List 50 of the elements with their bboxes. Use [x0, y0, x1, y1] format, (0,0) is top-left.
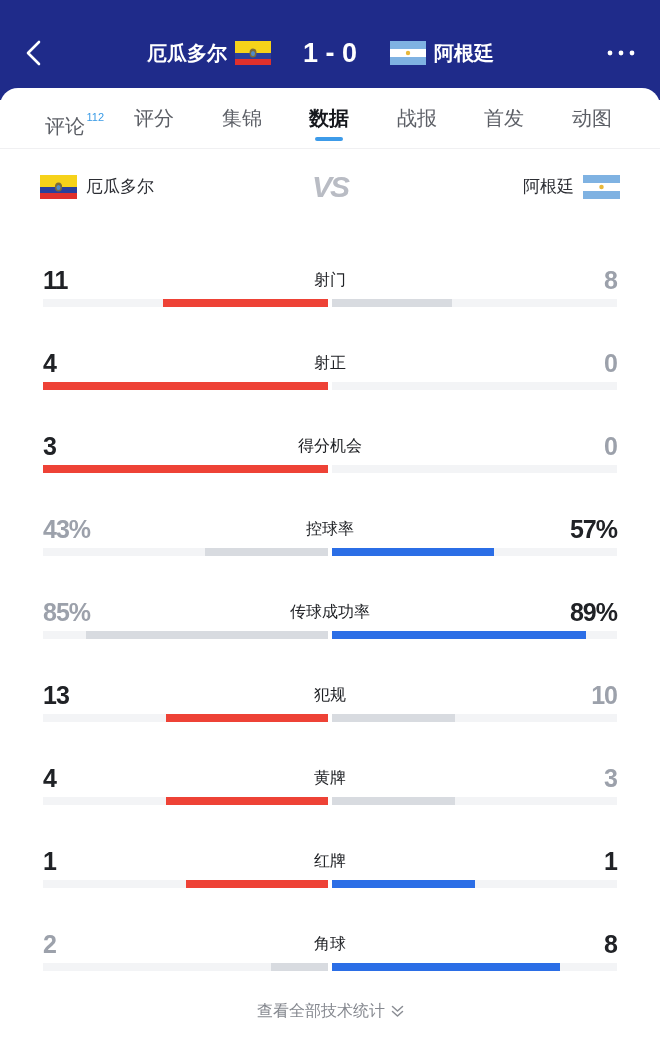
flag-icon [583, 175, 620, 199]
home-stat-value: 3 [43, 431, 56, 461]
tab[interactable]: 动图 [571, 88, 612, 148]
match-score: 1 - 0 [303, 37, 357, 70]
tab[interactable]: 评分 [134, 88, 175, 148]
away-stat-value: 1 [604, 846, 617, 876]
tab[interactable]: 首发 [484, 88, 525, 148]
tab[interactable]: 评论$^{112}$ [29, 88, 104, 148]
away-stat-value: 8 [604, 929, 617, 959]
away-stat-value: 57% [569, 514, 617, 544]
home-stat-value: 2 [43, 929, 56, 959]
away-team-name: 阿根廷 [523, 176, 574, 198]
home-stat-value: 1 [43, 846, 56, 876]
away-stat-value: 0 [604, 348, 617, 378]
away-stat-value: 0 [604, 431, 617, 461]
tab[interactable]: 数据 [309, 88, 350, 148]
away-stat-value: 10 [591, 680, 617, 710]
stat-label: 射门 [314, 270, 346, 290]
away-stat-value: 3 [604, 763, 617, 793]
stat-label: 射正 [314, 353, 346, 373]
flag-icon [390, 41, 426, 65]
home-stat-value: 13 [43, 680, 69, 710]
double-chevron-down-icon [390, 1004, 404, 1018]
stat-label: 控球率 [306, 519, 354, 539]
home-stat-value: 4 [43, 348, 56, 378]
away-team-name: 阿根廷 [434, 41, 494, 66]
selected-indicator [315, 137, 344, 141]
home-stat-value: 85% [43, 597, 91, 627]
home-team-name: 厄瓜多尔 [147, 41, 227, 66]
flag-icon [40, 175, 77, 199]
tab[interactable]: 战报 [396, 88, 437, 148]
more-icon [607, 50, 635, 56]
home-stat-value: 11 [43, 265, 68, 295]
flag-icon [235, 41, 271, 65]
away-stat-value: 89% [569, 597, 617, 627]
home-stat-value: 4 [43, 763, 56, 793]
tab[interactable]: 集锦 [221, 88, 262, 148]
home-team-name: 厄瓜多尔 [86, 176, 154, 198]
back-chevron-icon [25, 40, 41, 66]
vs-label: VS [312, 171, 348, 203]
comment-count: 112 [86, 111, 104, 123]
stat-label: 传球成功率 [290, 602, 370, 622]
view-all-stats-link[interactable]: 查看全部技术统计 [256, 999, 404, 1023]
away-stat-value: 8 [604, 265, 617, 295]
home-stat-value: 43% [43, 514, 91, 544]
stat-label: 得分机会 [298, 436, 362, 456]
stat-label: 红牌 [314, 851, 346, 871]
stat-label: 犯规 [314, 685, 346, 705]
stat-label: 角球 [314, 934, 346, 954]
stat-label: 黄牌 [314, 768, 346, 788]
